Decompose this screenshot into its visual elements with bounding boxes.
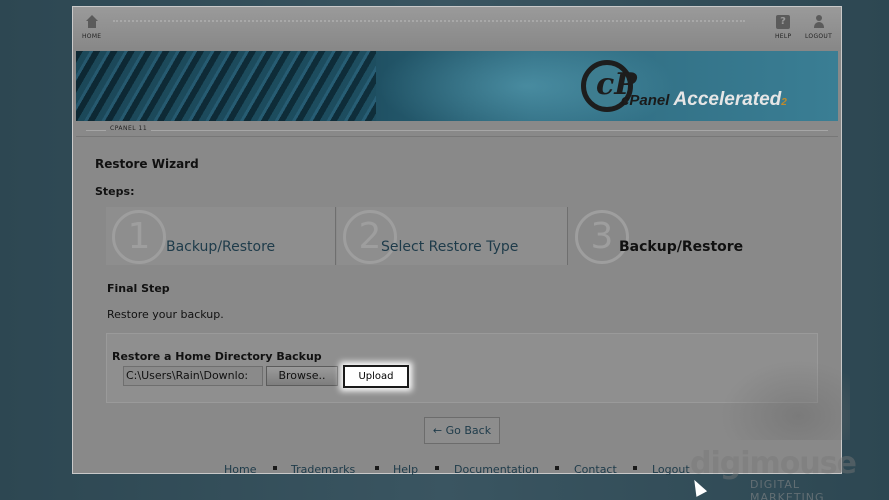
home-icon [85, 15, 99, 29]
help-label: HELP [775, 33, 792, 40]
step-number: 1 [112, 210, 166, 264]
step-label: Backup/Restore [166, 239, 276, 255]
home-label: HOME [82, 33, 102, 40]
logout-button[interactable]: LOGOUT [805, 15, 832, 40]
step-3: 3 Backup/Restore [569, 207, 799, 265]
steps-heading: Steps: [95, 185, 135, 198]
footer-links: Home Trademarks Help Documentation Conta… [73, 463, 841, 476]
footer-link-trademarks[interactable]: Trademarks [291, 463, 355, 476]
home-button[interactable]: HOME [82, 15, 101, 40]
step-1[interactable]: 1 Backup/Restore [106, 207, 336, 265]
restore-note: Restore your backup. [107, 308, 224, 321]
wizard-steps: 1 Backup/Restore 2 Select Restore Type 3… [106, 207, 799, 265]
panel-title: Restore a Home Directory Backup [112, 350, 322, 363]
footer-link-documentation[interactable]: Documentation [454, 463, 539, 476]
watermark-tagline: DIGITAL MARKETING [750, 478, 825, 500]
breadcrumb: CPANEL 11 [76, 125, 838, 137]
page-title: Restore Wizard [95, 157, 199, 171]
top-toolbar: HOME ? HELP LOGOUT [73, 7, 841, 51]
browse-button[interactable]: Browse.. [266, 366, 338, 386]
toolbar-divider [113, 20, 745, 23]
go-back-button[interactable]: ← Go Back [424, 417, 500, 444]
step-label: Backup/Restore [619, 239, 744, 255]
banner-cables-image [76, 51, 376, 121]
cpanel-logo-text: cPanel Accelerated2 [621, 89, 787, 110]
help-button[interactable]: ? HELP [775, 15, 791, 40]
user-icon [812, 15, 826, 29]
step-label: Select Restore Type [381, 239, 519, 255]
backup-file-input[interactable]: C:\Users\Rain\Downlo: [123, 366, 263, 386]
step-number: 3 [575, 210, 629, 264]
step-2[interactable]: 2 Select Restore Type [337, 207, 568, 265]
final-step-heading: Final Step [107, 282, 170, 295]
footer-link-logout[interactable]: Logout [652, 463, 690, 476]
help-icon: ? [776, 15, 791, 29]
logout-label: LOGOUT [805, 33, 833, 40]
breadcrumb-label: CPANEL 11 [106, 125, 152, 132]
footer-link-contact[interactable]: Contact [574, 463, 617, 476]
footer-link-home[interactable]: Home [224, 463, 256, 476]
mouse-cursor-icon [688, 477, 708, 497]
upload-button[interactable]: Upload [343, 365, 409, 388]
main-content: Restore Wizard Steps: 1 Backup/Restore 2… [73, 137, 841, 476]
footer-link-help[interactable]: Help [393, 463, 418, 476]
cpanel-banner: cP cPanel Accelerated2 [76, 51, 838, 121]
cpanel-window: HOME ? HELP LOGOUT cP cPanel Accelerated… [72, 6, 842, 476]
step-number: 2 [343, 210, 397, 264]
restore-home-panel: Restore a Home Directory Backup C:\Users… [106, 333, 818, 403]
